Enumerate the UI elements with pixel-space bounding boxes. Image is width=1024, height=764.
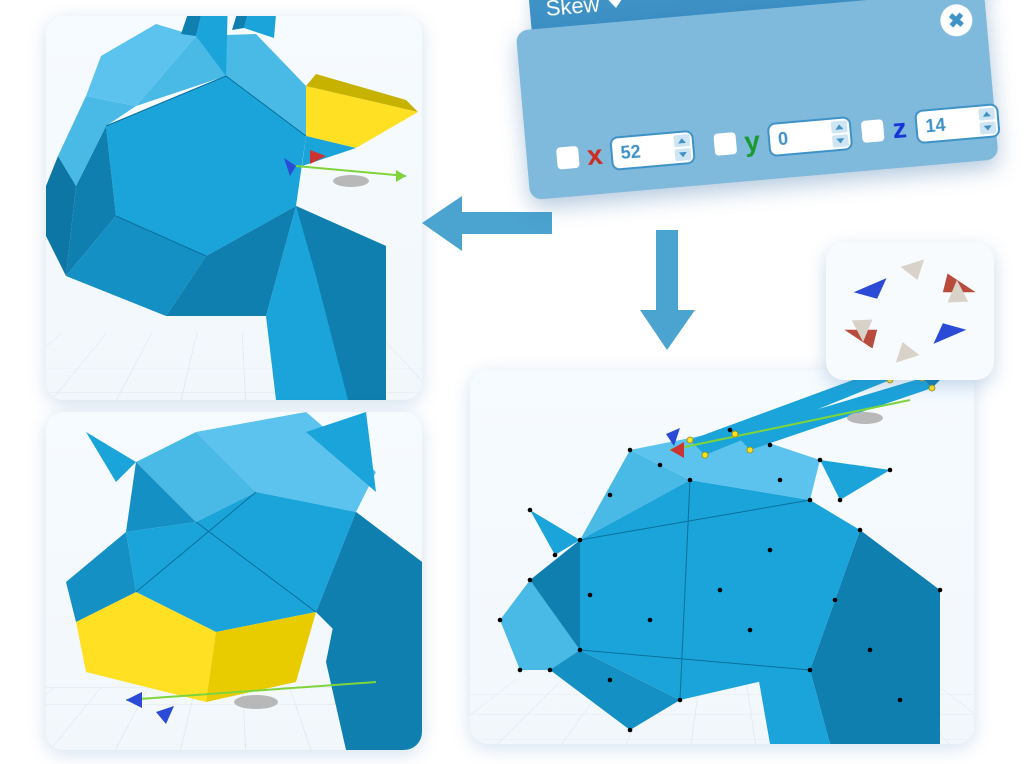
axis-x-checkbox[interactable] bbox=[556, 146, 580, 170]
axis-y-step-down[interactable] bbox=[832, 134, 849, 147]
axis-x-step-up[interactable] bbox=[673, 134, 690, 147]
skew-panel: Skew x 52 y 0 bbox=[500, 0, 1020, 239]
axis-z-spinner bbox=[978, 107, 996, 134]
axis-x-value: 52 bbox=[620, 141, 642, 164]
skew-panel-title: Skew bbox=[545, 0, 601, 22]
axis-y-row: y 0 bbox=[713, 116, 853, 162]
lowpoly-giraffe-head-skewed-icon bbox=[470, 370, 974, 744]
axis-x-label: x bbox=[583, 139, 606, 173]
axis-z-label: z bbox=[888, 112, 911, 146]
axis-z-row: z 14 bbox=[860, 103, 1000, 149]
skew-gizmo-card[interactable] bbox=[826, 242, 994, 380]
skew-gizmo-icon bbox=[834, 250, 986, 372]
page-canvas: Skew x 52 y 0 bbox=[0, 0, 1024, 764]
axis-z-value: 14 bbox=[925, 114, 947, 137]
skew-panel-body: x 52 y 0 bbox=[516, 0, 999, 200]
axis-y-step-up[interactable] bbox=[831, 120, 848, 133]
axis-z-step-down[interactable] bbox=[979, 121, 996, 134]
axis-z-step-up[interactable] bbox=[978, 107, 995, 120]
axis-y-spinner bbox=[831, 120, 849, 147]
axis-y-value: 0 bbox=[777, 128, 789, 150]
axis-y-label: y bbox=[741, 125, 764, 159]
axis-y-checkbox[interactable] bbox=[713, 132, 737, 156]
axis-x-row: x 52 bbox=[555, 130, 695, 176]
axis-x-spinner bbox=[673, 134, 691, 161]
close-button[interactable] bbox=[939, 3, 974, 38]
viewport-top-left[interactable] bbox=[46, 16, 422, 400]
viewport-bottom-left[interactable] bbox=[46, 412, 422, 750]
axis-y-input[interactable]: 0 bbox=[767, 116, 854, 157]
lowpoly-giraffe-head-side-icon bbox=[46, 16, 422, 400]
viewport-bottom-right[interactable] bbox=[470, 370, 974, 744]
axis-x-input[interactable]: 52 bbox=[609, 130, 696, 171]
axis-z-checkbox[interactable] bbox=[861, 119, 885, 143]
axis-z-input[interactable]: 14 bbox=[914, 103, 1001, 144]
axis-x-step-down[interactable] bbox=[675, 148, 692, 161]
arrow-down-icon bbox=[640, 230, 695, 350]
lowpoly-giraffe-head-front-icon bbox=[46, 412, 422, 750]
chevron-down-icon bbox=[607, 0, 624, 9]
